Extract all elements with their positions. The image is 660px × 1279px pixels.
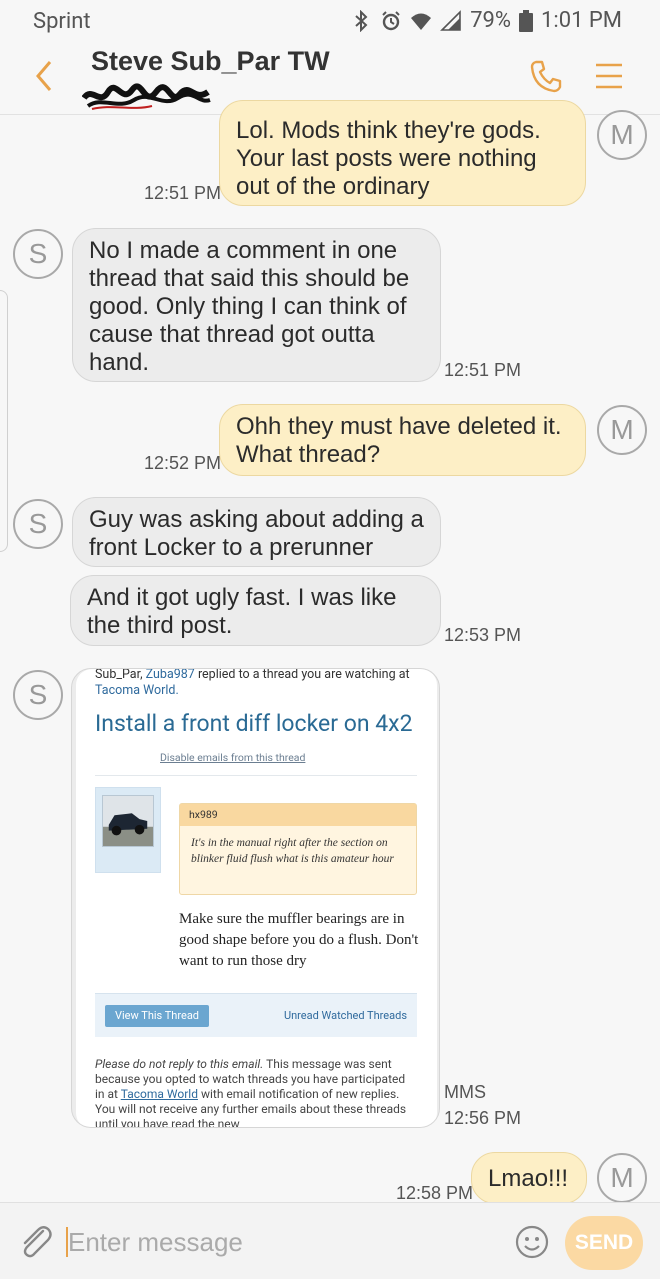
message-bubble-incoming[interactable]: No I made a comment in one thread that s… [72, 228, 441, 382]
message-time: 12:56 PM [444, 1108, 522, 1128]
truck-photo [102, 795, 154, 847]
reply-text: Make sure the muffler bearings are in go… [179, 911, 419, 969]
status-bar: Sprint 79% 1:01 PM [0, 0, 660, 44]
message-bubble-incoming[interactable]: And it got ugly fast. I was like the thi… [70, 575, 441, 646]
message-time: 12:51 PM [444, 360, 522, 380]
email-screenshot: Sub_Par, Zuba987 replied to a thread you… [76, 669, 437, 1128]
unread-threads-link: Unread Watched Threads [283, 1009, 407, 1022]
avatar[interactable]: M [597, 1153, 647, 1203]
avatar-box [95, 787, 161, 873]
message-time: 12:52 PM [144, 453, 222, 473]
thread-title: Install a front diff locker on 4x2 [95, 710, 413, 737]
avatar[interactable]: M [597, 110, 647, 160]
avatar[interactable]: S [13, 670, 63, 720]
menu-icon[interactable] [594, 62, 624, 90]
user-link: Zuba987 [145, 669, 195, 682]
attach-icon[interactable] [17, 1223, 53, 1259]
disable-emails-link: Disable emails from this thread [160, 751, 306, 764]
message-input[interactable] [68, 1227, 468, 1258]
message-type-label: MMS [444, 1082, 486, 1102]
email-actions: View This Thread Unread Watched Threads [95, 993, 417, 1037]
clock: 1:01 PM [541, 8, 622, 33]
mms-attachment[interactable]: Sub_Par, Zuba987 replied to a thread you… [71, 668, 440, 1128]
emoji-icon[interactable] [515, 1225, 549, 1259]
alarm-icon [382, 10, 400, 30]
battery-percent: 79% [470, 8, 512, 33]
view-thread-button: View This Thread [105, 1005, 209, 1027]
quote-text: It's in the manual right after the secti… [191, 837, 394, 865]
contact-name: Steve Sub_Par TW [91, 46, 330, 76]
avatar[interactable]: S [13, 229, 63, 279]
email-footer: Please do not reply to this email. This … [95, 1057, 407, 1128]
bluetooth-icon [355, 9, 368, 32]
message-bubble-outgoing[interactable]: Lmao!!! [471, 1152, 587, 1204]
email-intro: Sub_Par, Zuba987 replied to a thread you… [95, 669, 410, 698]
message-time: 12:58 PM [396, 1183, 474, 1203]
back-arrow-icon[interactable] [30, 58, 58, 94]
quote-author: hx989 [180, 804, 416, 826]
avatar[interactable]: S [13, 499, 63, 549]
avatar[interactable]: M [597, 405, 647, 455]
divider [95, 775, 417, 776]
status-icons: 79% 1:01 PM [350, 8, 622, 33]
battery-icon [519, 9, 534, 32]
composer-bar: SEND [0, 1202, 660, 1279]
message-time: 12:51 PM [144, 183, 222, 203]
send-button[interactable]: SEND [565, 1216, 643, 1270]
message-time: 12:53 PM [444, 625, 522, 645]
signal-icon [440, 9, 461, 31]
site-link: Tacoma World. [95, 683, 179, 698]
edge-handle[interactable] [0, 290, 8, 552]
phone-call-icon[interactable] [528, 58, 564, 94]
wifi-icon [411, 13, 432, 30]
message-bubble-outgoing[interactable]: Lol. Mods think they're gods. Your last … [219, 100, 586, 206]
carrier-name: Sprint [33, 9, 91, 34]
message-bubble-incoming[interactable]: Guy was asking about adding a front Lock… [72, 497, 441, 567]
quote-block: hx989 It's in the manual right after the… [179, 803, 417, 895]
redacted-scribble [82, 83, 211, 110]
message-bubble-outgoing[interactable]: Ohh they must have deleted it. What thre… [219, 404, 586, 476]
